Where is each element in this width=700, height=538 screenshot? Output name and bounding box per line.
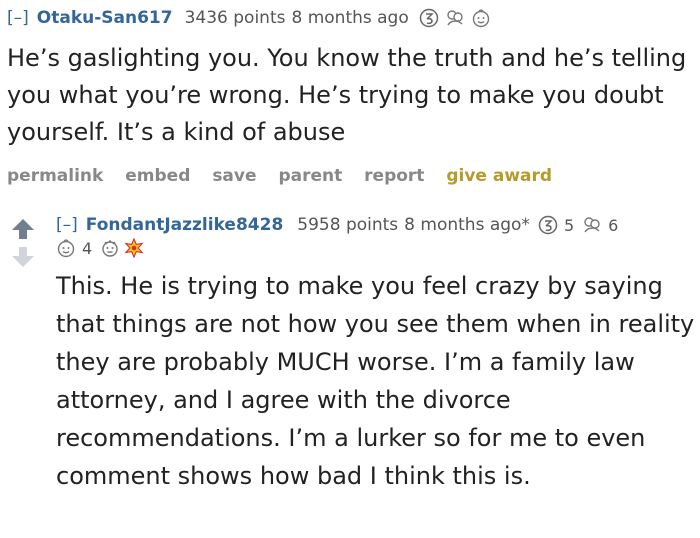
- silver-award-count: 5: [563, 215, 575, 235]
- comment-actions: permalink embed save parent report give …: [7, 166, 568, 186]
- award-list: [419, 8, 491, 28]
- author-link[interactable]: Otaku-San617: [37, 8, 173, 28]
- parent-button[interactable]: parent: [278, 166, 342, 186]
- embed-button[interactable]: embed: [125, 166, 190, 186]
- timestamp: 8 months ago: [291, 8, 409, 28]
- hug-award-icon[interactable]: [582, 215, 602, 235]
- comment-body: This. He is trying to make you feel craz…: [56, 272, 695, 490]
- reply-tagline: [–] FondantJazzlike8428 5958 points 8 mo…: [56, 212, 622, 238]
- upvote-arrow-icon[interactable]: [10, 218, 36, 240]
- report-button[interactable]: report: [364, 166, 424, 186]
- save-button[interactable]: save: [212, 166, 256, 186]
- reply-comment: [–] FondantJazzlike8428 5958 points 8 mo…: [0, 195, 700, 538]
- wholesome-award-icon[interactable]: [471, 8, 491, 28]
- author-link[interactable]: FondantJazzlike8428: [86, 215, 284, 235]
- silver-award-icon[interactable]: [538, 215, 558, 235]
- helpful-award-icon[interactable]: [100, 238, 120, 258]
- collapse-button[interactable]: [–]: [56, 215, 78, 235]
- downvote-arrow-icon[interactable]: [10, 246, 36, 268]
- collapse-button[interactable]: [–]: [7, 8, 29, 28]
- wholesome-award-count: 4: [82, 238, 93, 258]
- comment-body: He’s gaslighting you. You know the truth…: [7, 44, 687, 146]
- reply-award-list: 4: [56, 237, 144, 259]
- vote-arrows: [10, 218, 38, 268]
- score-text: 3436 points: [184, 8, 286, 28]
- wholesome-award-icon[interactable]: [56, 238, 76, 258]
- permalink-button[interactable]: permalink: [7, 166, 103, 186]
- give-award-button[interactable]: give award: [446, 166, 552, 186]
- silver-award-icon[interactable]: [419, 8, 439, 28]
- hug-award-icon[interactable]: [445, 8, 465, 28]
- timestamp: 8 months ago*: [404, 215, 530, 235]
- award-list: 5 6: [538, 215, 622, 235]
- hug-award-count: 6: [608, 215, 619, 235]
- score-text: 5958 points: [297, 215, 399, 235]
- star-burst-award-icon[interactable]: [124, 238, 144, 258]
- parent-tagline: [–] Otaku-San617 3436 points 8 months ag…: [7, 5, 491, 31]
